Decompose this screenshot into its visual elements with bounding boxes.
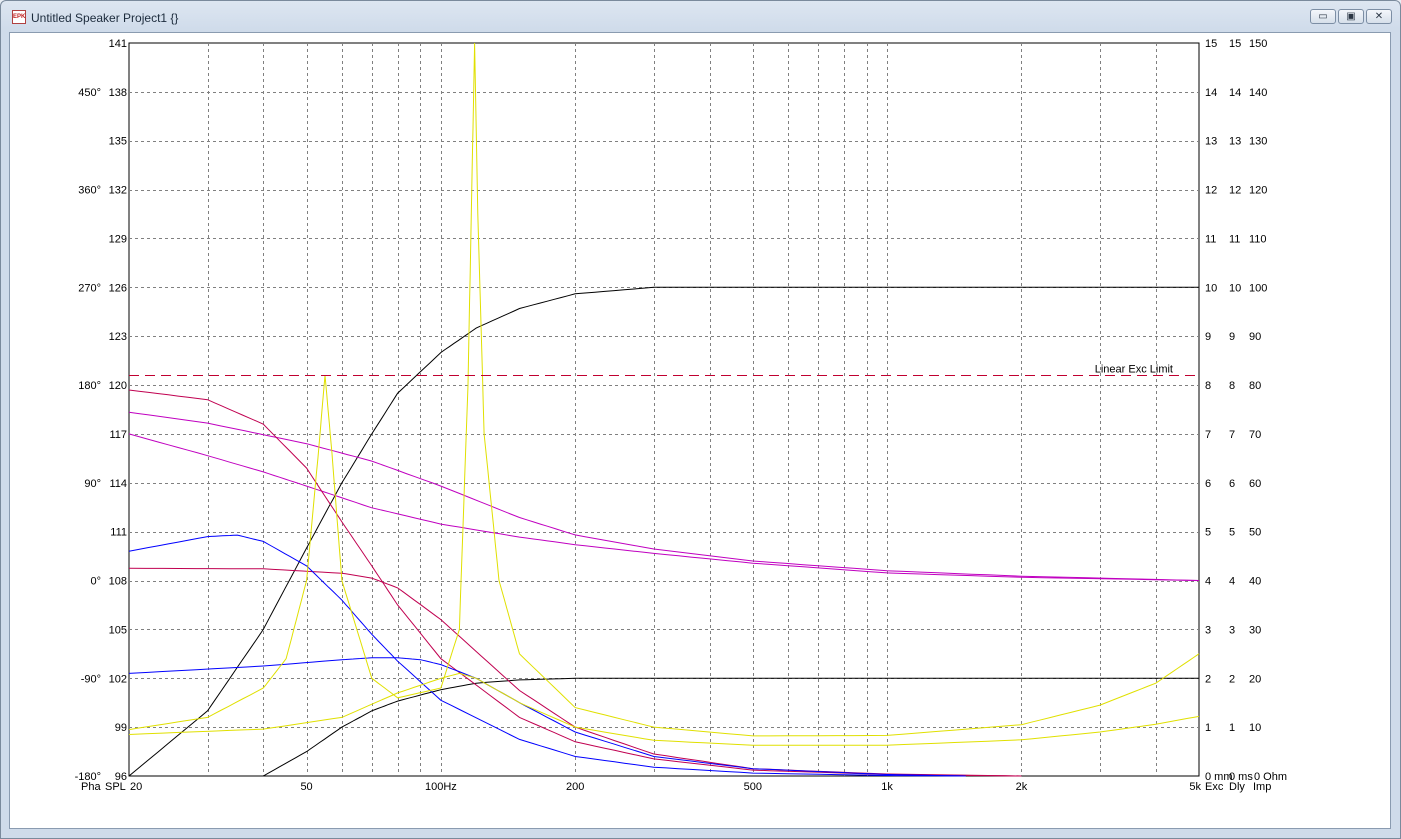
excursion-tick-label: 9 xyxy=(1205,331,1211,343)
delay-tick-label: 1 xyxy=(1229,722,1235,734)
excursion-tick-label: 5 xyxy=(1205,527,1211,539)
impedance-tick-label: 40 xyxy=(1249,576,1261,588)
excursion-tick-label: 11 xyxy=(1205,233,1216,245)
delay-tick-label: 15 xyxy=(1229,38,1241,50)
impedance-tick-label: 150 xyxy=(1249,38,1267,50)
spl-tick-label: 123 xyxy=(109,331,127,343)
phase-tick-label: 450° xyxy=(78,87,101,99)
delay-tick-label: 5 xyxy=(1229,527,1235,539)
impedance-tick-label: 130 xyxy=(1249,136,1267,148)
spl-tick-label: 102 xyxy=(109,673,127,685)
excursion-tick-label: 2 xyxy=(1205,673,1211,685)
close-button[interactable]: ✕ xyxy=(1366,9,1392,24)
excursion-tick-label: 10 xyxy=(1205,282,1217,294)
excursion-tick-label: 14 xyxy=(1205,87,1217,99)
spl-tick-label: 111 xyxy=(110,527,127,539)
x-tick-label: 20 xyxy=(130,781,142,793)
excursion-tick-label: 12 xyxy=(1205,185,1217,197)
spl-tick-label: 120 xyxy=(109,380,127,392)
x-tick-label: 2k xyxy=(1016,781,1028,793)
window-title: Untitled Speaker Project1 {} xyxy=(31,11,179,25)
phase-tick-label: 360° xyxy=(78,185,101,197)
x-tick-label: 200 xyxy=(566,781,584,793)
delay-tick-label: 7 xyxy=(1229,429,1235,441)
spl-tick-label: 108 xyxy=(109,576,127,588)
close-icon: ✕ xyxy=(1374,11,1384,22)
impedance-tick-label: 140 xyxy=(1249,87,1267,99)
spl-tick-label: 141 xyxy=(109,38,127,50)
spl-tick-label: 138 xyxy=(109,87,127,99)
minimize-icon: ▭ xyxy=(1318,11,1328,22)
impedance-tick-label: 30 xyxy=(1249,624,1261,636)
spl-tick-label: 135 xyxy=(109,136,127,148)
x-tick-label: 5k xyxy=(1189,781,1201,793)
spl-tick-label: 114 xyxy=(109,478,127,490)
excursion-tick-label: 13 xyxy=(1205,136,1217,148)
delay-tick-label: 8 xyxy=(1229,380,1235,392)
excursion-tick-label: 1 xyxy=(1205,722,1211,734)
delay-tick-label: 13 xyxy=(1229,136,1241,148)
x-tick-label: 100Hz xyxy=(425,781,457,793)
impedance-tick-label: 110 xyxy=(1249,233,1267,245)
excursion-tick-label: 4 xyxy=(1205,576,1211,588)
legend-spl-label: SPL xyxy=(105,781,126,793)
spl-tick-label: 99 xyxy=(115,722,127,734)
window-controls: ▭ ▣ ✕ xyxy=(1308,9,1392,27)
delay-tick-label: 6 xyxy=(1229,478,1235,490)
impedance-tick-label: 90 xyxy=(1249,331,1261,343)
impedance-tick-label: 100 xyxy=(1249,282,1267,294)
title-bar[interactable]: EPK Untitled Speaker Project1 {} ▭ ▣ ✕ xyxy=(1,1,1400,33)
phase-tick-label: 270° xyxy=(78,282,101,294)
delay-tick-label: 10 xyxy=(1229,282,1241,294)
excursion-tick-label: 15 xyxy=(1205,38,1217,50)
legend-pha-label: Pha xyxy=(81,781,101,793)
minimize-button[interactable]: ▭ xyxy=(1310,9,1336,24)
spl-tick-label: 126 xyxy=(109,282,127,294)
app-window: EPK Untitled Speaker Project1 {} ▭ ▣ ✕ L… xyxy=(0,0,1401,839)
legend-exc-label: Exc xyxy=(1205,781,1224,793)
impedance-tick-label: 70 xyxy=(1249,429,1261,441)
impedance-tick-label: 10 xyxy=(1249,722,1261,734)
phase-tick-label: 0° xyxy=(90,576,101,588)
delay-tick-label: 12 xyxy=(1229,185,1241,197)
phase-tick-label: -90° xyxy=(81,673,101,685)
graph-area[interactable]: Linear Exc Limit 141 138 135 132 129 126 123 120… xyxy=(9,32,1391,829)
impedance-tick-label: 20 xyxy=(1249,673,1261,685)
excursion-tick-label: 6 xyxy=(1205,478,1211,490)
spl-tick-label: 117 xyxy=(109,429,127,441)
impedance-tick-label: 60 xyxy=(1249,478,1261,490)
maximize-button[interactable]: ▣ xyxy=(1338,9,1364,24)
grid-lines xyxy=(128,42,1200,777)
impedance-tick-label: 80 xyxy=(1249,380,1261,392)
spl-tick-label: 129 xyxy=(109,233,127,245)
delay-tick-label: 4 xyxy=(1229,576,1235,588)
phase-tick-label: 90° xyxy=(84,478,101,490)
response-chart[interactable]: Linear Exc Limit141138135132129126123120… xyxy=(10,33,1390,828)
linear-exc-limit-label: Linear Exc Limit xyxy=(1095,364,1173,376)
plot-frame xyxy=(128,42,1200,777)
app-icon[interactable]: EPK xyxy=(12,10,26,24)
delay-tick-label: 2 xyxy=(1229,673,1235,685)
maximize-icon: ▣ xyxy=(1346,11,1356,22)
delay-tick-label: 3 xyxy=(1229,624,1235,636)
spl-tick-label: 105 xyxy=(109,624,127,636)
delay-tick-label: 11 xyxy=(1229,233,1240,245)
legend-dly-label: Dly xyxy=(1229,781,1245,793)
phase-tick-label: 180° xyxy=(78,380,101,392)
x-tick-label: 500 xyxy=(744,781,762,793)
impedance-tick-label: 120 xyxy=(1249,185,1267,197)
spl-tick-label: 132 xyxy=(109,185,127,197)
delay-tick-label: 9 xyxy=(1229,331,1235,343)
delay-tick-label: 14 xyxy=(1229,87,1241,99)
excursion-tick-label: 7 xyxy=(1205,429,1211,441)
x-tick-label: 50 xyxy=(300,781,312,793)
excursion-tick-label: 8 xyxy=(1205,380,1211,392)
excursion-tick-label: 3 xyxy=(1205,624,1211,636)
x-tick-label: 1k xyxy=(881,781,893,793)
legend-imp-label: Imp xyxy=(1253,781,1271,793)
impedance-tick-label: 50 xyxy=(1249,527,1261,539)
